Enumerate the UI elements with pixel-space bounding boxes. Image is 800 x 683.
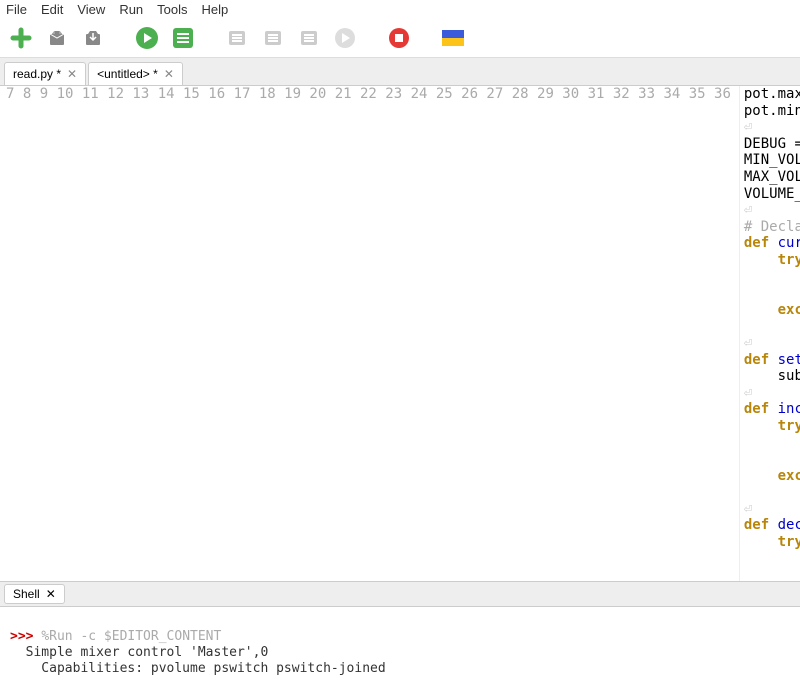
shell-tabs: Shell ✕ [0, 581, 800, 607]
new-file-button[interactable] [8, 25, 34, 51]
tab-label: read.py * [13, 67, 61, 81]
close-icon[interactable]: ✕ [164, 67, 174, 81]
menu-edit[interactable]: Edit [41, 2, 63, 17]
menu-help[interactable]: Help [202, 2, 229, 17]
toolbar [0, 19, 800, 58]
menu-tools[interactable]: Tools [157, 2, 187, 17]
resume-button[interactable] [332, 25, 358, 51]
code-editor[interactable]: 7 8 9 10 11 12 13 14 15 16 17 18 19 20 2… [0, 86, 800, 581]
step-out-button[interactable] [296, 25, 322, 51]
close-icon[interactable]: ✕ [46, 587, 56, 601]
tab-label: <untitled> * [97, 67, 158, 81]
open-file-button[interactable] [44, 25, 70, 51]
step-over-button[interactable] [224, 25, 250, 51]
step-into-button[interactable] [260, 25, 286, 51]
shell-tab-label: Shell [13, 587, 40, 601]
menu-run[interactable]: Run [119, 2, 143, 17]
menu-bar: File Edit View Run Tools Help [0, 0, 800, 19]
debug-button[interactable] [170, 25, 196, 51]
tab-untitled[interactable]: <untitled> * ✕ [88, 62, 183, 85]
code-area[interactable]: pot.maximum = 100 # set the range of out… [740, 86, 800, 581]
close-icon[interactable]: ✕ [67, 67, 77, 81]
editor-tabs: read.py * ✕ <untitled> * ✕ [0, 58, 800, 86]
stop-button[interactable] [386, 25, 412, 51]
shell-tab[interactable]: Shell ✕ [4, 584, 65, 604]
shell-panel[interactable]: >>> %Run -c $EDITOR_CONTENT Simple mixer… [0, 607, 800, 683]
run-button[interactable] [134, 25, 160, 51]
save-file-button[interactable] [80, 25, 106, 51]
flag-icon [440, 25, 466, 51]
line-gutter: 7 8 9 10 11 12 13 14 15 16 17 18 19 20 2… [0, 86, 740, 581]
menu-view[interactable]: View [77, 2, 105, 17]
tab-read-py[interactable]: read.py * ✕ [4, 62, 86, 85]
menu-file[interactable]: File [6, 2, 27, 17]
